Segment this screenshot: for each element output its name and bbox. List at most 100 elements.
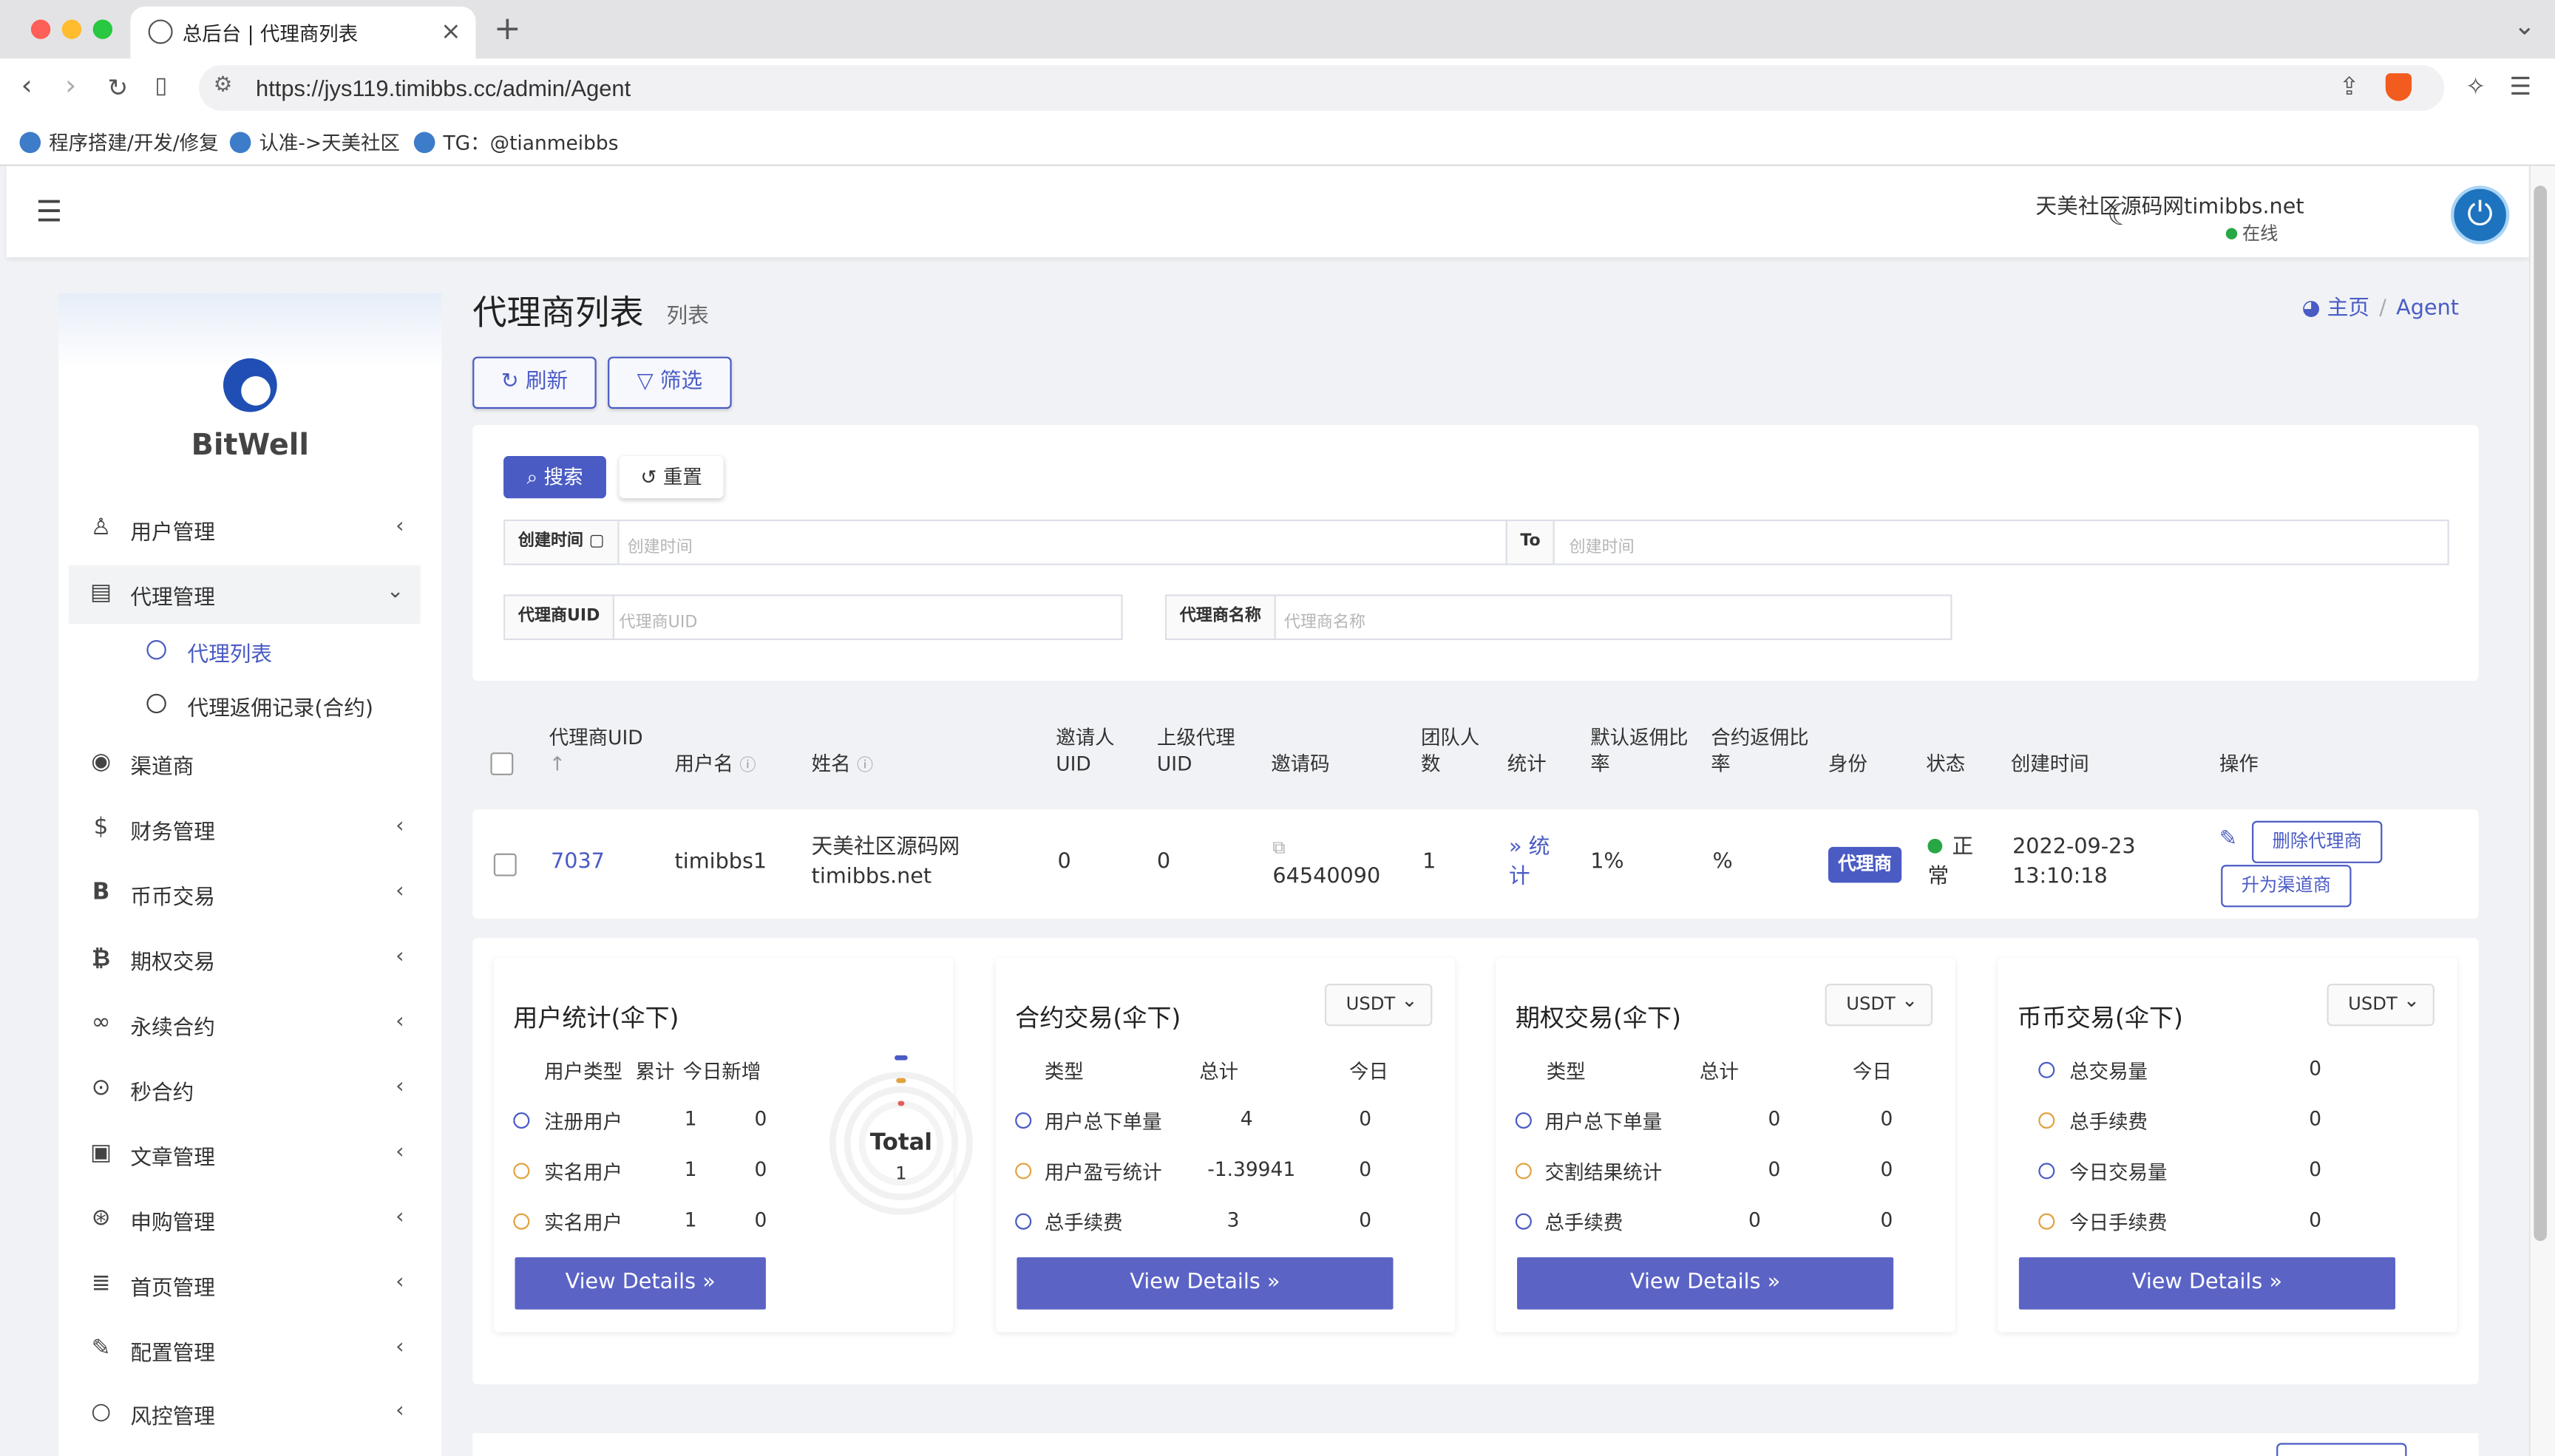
delete-agent-button[interactable]: 删除代理商 [2252,820,2383,863]
donut-segment-verified-2 [898,1100,905,1106]
share-icon[interactable]: ⇪ [2339,72,2360,101]
sidebar-item-label: 申购管理 [130,1211,215,1236]
stat-today: 0 [754,1107,767,1131]
reload-icon[interactable]: ↻ [107,73,128,103]
spot-view-details-button[interactable]: View Details » [2018,1257,2396,1310]
power-avatar-icon[interactable]: ⏻ [2450,186,2510,245]
contract-currency-select[interactable]: USDT [1324,981,1433,1027]
sidebar-item-label: 代理管理 [130,586,215,611]
row-checkbox[interactable] [493,853,517,877]
stat-label: 用户盈亏统计 [1044,1161,1162,1185]
sidebar-item-articles[interactable]: ▣ 文章管理 ‹ [69,1126,421,1184]
stat-label: 实名用户 [544,1211,623,1235]
row-stats-link[interactable]: » 统计 [1509,834,1558,892]
created-time-end-input[interactable]: 创建时间 [1570,533,1635,557]
promote-channel-button[interactable]: 升为渠道商 [2221,865,2352,908]
breadcrumb-home[interactable]: ◕ 主页 [2302,296,2369,321]
circle-icon [2038,1112,2055,1129]
role-badge: 代理商 [1828,846,1902,883]
bookmark-item[interactable]: 认准->天美社区 [229,129,400,156]
help-icon: ⓘ [739,757,756,775]
copy-icon[interactable]: ⧉ [1272,837,1285,859]
calendar-icon: ▢ [588,532,605,551]
brave-shield-icon[interactable] [2385,73,2412,101]
site-settings-icon[interactable]: ⚙ [214,73,233,98]
stat-label: 总手续费 [1044,1211,1123,1235]
sparkle-icon[interactable]: ✧ [2466,72,2486,101]
card-header: 类型 [1044,1060,1084,1084]
edit-icon[interactable]: ✎ [2219,826,2237,855]
refresh-button[interactable]: ↻ 刷新 [472,356,597,409]
circle-icon [2038,1213,2055,1230]
stat-today: 0 [1359,1157,1372,1181]
option-view-details-button[interactable]: View Details » [1517,1257,1894,1310]
sidebar-item-options[interactable]: ₿ 期权交易 ‹ [69,930,421,988]
row-username: timibbs1 [674,850,767,875]
filter-button[interactable]: ▽ 筛选 [608,356,732,409]
col-created: 创建时间 [2010,752,2089,775]
bookmark-item[interactable]: 程序搭建/开发/修复 [19,129,219,156]
sidebar-item-perpetual[interactable]: ∞ 永续合约 ‹ [69,995,421,1053]
chevron-left-icon: ‹ [396,1335,404,1361]
dot-circle-icon: ⊙ [91,1075,111,1101]
next-panel-button-edge[interactable] [2276,1443,2407,1456]
user-view-details-button[interactable]: View Details » [515,1257,766,1310]
select-all-checkbox[interactable] [490,752,514,775]
page-scrollbar-thumb[interactable] [2534,186,2548,1242]
back-icon[interactable]: ‹ [21,70,33,103]
sidebar-item-config[interactable]: ✎ 配置管理 ‹ [69,1321,421,1379]
sidebar-item-label: 用户管理 [130,521,215,546]
option-stats-card: 期权交易(伞下) USDT 类型 总计 今日 用户总下单量 0 0 交割结果统计… [1496,957,1955,1333]
sidebar-item-label: 期权交易 [130,950,215,976]
maximize-window-button[interactable] [92,19,113,39]
menu-icon[interactable]: ☰ [2509,72,2531,101]
created-time-start-input[interactable]: 创建时间 [628,533,693,557]
circle-icon [513,1112,530,1129]
spot-currency-select[interactable]: USDT [2327,981,2434,1027]
sidebar-item-channel[interactable]: ◉ 渠道商 [69,735,421,793]
sidebar-item-subscription[interactable]: ⊛ 申购管理 ‹ [69,1191,421,1249]
tab-menu-chevron-icon[interactable]: ⌄ [2514,10,2536,41]
bookmark-icon[interactable]: ▯ [155,73,167,99]
browser-tab[interactable]: 总后台 | 代理商列表 × [130,6,476,59]
chevron-left-icon: ‹ [396,1140,404,1165]
new-tab-icon[interactable]: + [494,8,521,47]
link-icon: ∞ [91,1010,111,1036]
contract-view-details-button[interactable]: View Details » [1017,1257,1394,1310]
agent-name-input[interactable]: 代理商名称 [1284,608,1365,632]
search-button[interactable]: ⌕ 搜索 [503,456,606,499]
address-bar[interactable]: ⚙ https://jys119.timibbs.cc/admin/Agent … [198,65,2445,111]
agent-uid-input[interactable]: 代理商UID [620,608,698,632]
url-text: https://jys119.timibbs.cc/admin/Agent [256,75,631,101]
close-tab-icon[interactable]: × [441,16,461,46]
row-parent: 0 [1156,850,1171,875]
stat-today: 0 [754,1208,767,1231]
col-uid[interactable]: 代理商UID ↑ [549,725,643,778]
sidebar-item-home[interactable]: ≣ 首页管理 ‹ [69,1256,421,1314]
sidebar-item-user[interactable]: ♙ 用户管理 ‹ [69,500,421,559]
row-uid-link[interactable]: 7037 [551,848,605,878]
stat-label: 注册用户 [544,1110,623,1134]
stat-today: 0 [1880,1157,1893,1181]
header-username: 天美社区源码网timibbs.net [2035,195,2304,220]
forward-icon[interactable]: › [65,70,76,103]
sidebar-item-second-contract[interactable]: ⊙ 秒合约 ‹ [69,1061,421,1119]
stat-label: 总手续费 [1544,1211,1623,1235]
sidebar-item-spot[interactable]: B 币币交易 ‹ [69,865,421,923]
stats-panel: 用户统计(伞下) 用户类型 累计 今日新增 注册用户 1 0 实名用户 1 0 … [472,938,2479,1385]
circle-icon [1515,1213,1532,1230]
option-currency-select[interactable]: USDT [1825,981,1933,1027]
close-window-button[interactable] [30,19,51,39]
contract-stats-card: 合约交易(伞下) USDT 类型 总计 今日 用户总下单量 4 0 用户盈亏统计… [995,957,1456,1333]
reset-button[interactable]: ↺ 重置 [619,456,724,499]
hamburger-icon[interactable]: ☰ [35,195,62,229]
sidebar-item-risk[interactable]: ○ 风控管理 ‹ [69,1384,421,1443]
sidebar-item-finance[interactable]: $ 财务管理 ‹ [69,800,421,858]
minimize-window-button[interactable] [61,19,82,39]
bookmark-item[interactable]: TG：@tianmeibbs [413,129,619,156]
user-donut-chart: Total 1 [829,1055,973,1215]
sidebar-item-agent[interactable]: ▤ 代理管理 ⌄ [68,565,421,624]
chevron-left-icon: ‹ [396,1270,404,1295]
double-chevron-right-icon: » [702,1270,716,1295]
col-status: 状态 [1926,752,1966,775]
